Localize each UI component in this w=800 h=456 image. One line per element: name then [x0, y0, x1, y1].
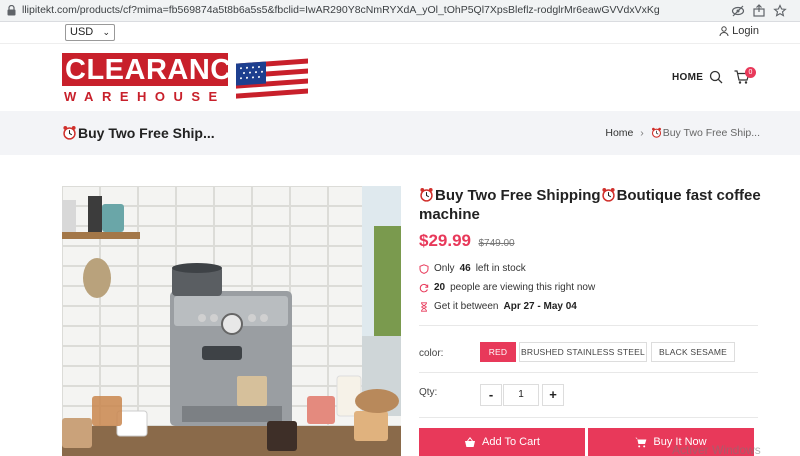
add-to-cart-label: Add To Cart — [482, 436, 540, 448]
search-icon[interactable] — [709, 70, 723, 84]
color-label: color: — [419, 348, 444, 359]
coffee-machine-photo — [62, 186, 401, 456]
nav-home-link[interactable]: HOME — [672, 72, 703, 83]
lock-icon — [7, 5, 16, 16]
product-info: Buy Two Free Shipping Boutique fast coff… — [419, 186, 764, 456]
color-option-black-sesame[interactable]: BLACK SESAME — [651, 342, 735, 362]
price-row: $29.99 $749.00 — [419, 231, 764, 253]
star-icon[interactable] — [773, 4, 787, 18]
alarm-clock-icon — [63, 125, 76, 140]
qty-minus-button[interactable]: - — [480, 384, 502, 406]
login-label: Login — [732, 25, 759, 37]
user-icon — [719, 26, 729, 36]
url-text[interactable]: llipitekt.com/products/cf?mima=fb569874a… — [22, 4, 722, 16]
logo-bottom-text: WAREHOUSE — [64, 89, 226, 104]
product-title-part1: Buy Two Free Shipping — [435, 187, 601, 204]
browser-url-bar: llipitekt.com/products/cf?mima=fb569874a… — [0, 0, 800, 22]
breadcrumb-band: Buy Two Free Ship... Home › Buy Two Free… — [0, 111, 800, 155]
top-bar: USD ⌄ Login — [0, 22, 800, 44]
cart-icon — [635, 437, 647, 447]
stock-count: 46 — [459, 263, 471, 274]
breadcrumb: Home › Buy Two Free Ship... — [605, 127, 760, 139]
qty-plus-button[interactable]: + — [542, 384, 564, 406]
site-header: CLEARANCE WAREHOUSE HOME 0 — [0, 45, 800, 111]
stock-status: Only 46 left in stock — [419, 263, 526, 274]
activation-watermark: Activer Windows — [672, 443, 761, 456]
alarm-clock-icon — [420, 187, 433, 202]
alarm-clock-icon — [651, 127, 661, 138]
delivery-prefix: Get it between — [434, 301, 499, 312]
divider — [419, 325, 758, 326]
breadcrumb-current: Buy Two Free Ship... — [662, 127, 760, 139]
share-icon[interactable] — [752, 4, 766, 18]
logo-top-text: CLEARANCE — [65, 54, 252, 86]
refresh-icon — [419, 283, 429, 292]
eye-off-icon[interactable] — [731, 4, 745, 18]
breadcrumb-home[interactable]: Home — [605, 127, 633, 139]
basket-icon — [465, 436, 476, 447]
color-option-red[interactable]: RED — [480, 342, 516, 362]
alarm-clock-icon — [601, 187, 615, 202]
chevron-down-icon: ⌄ — [102, 27, 110, 37]
sale-price: $29.99 — [419, 231, 471, 250]
currency-select[interactable]: USD ⌄ — [65, 24, 115, 41]
logo[interactable]: CLEARANCE WAREHOUSE — [62, 53, 312, 105]
delivery-status: Get it between Apr 27 - May 04 — [419, 301, 577, 312]
qty-label: Qty: — [419, 387, 438, 398]
chevron-right-icon: › — [640, 127, 644, 139]
divider — [419, 372, 758, 373]
viewers-suffix: people are viewing this right now — [450, 282, 596, 293]
viewers-count: 20 — [434, 282, 446, 293]
divider — [419, 417, 758, 418]
delivery-range: Apr 27 - May 04 — [503, 301, 577, 312]
us-flag-icon — [236, 58, 308, 104]
qty-input[interactable]: 1 — [503, 384, 539, 406]
original-price: $749.00 — [478, 238, 515, 249]
viewers-status: 20 people are viewing this right now — [419, 282, 595, 293]
add-to-cart-button[interactable]: Add To Cart — [419, 428, 585, 456]
shield-icon — [419, 263, 429, 274]
page-title-text: Buy Two Free Ship... — [78, 125, 215, 141]
product-image[interactable] — [62, 186, 401, 456]
stock-prefix: Only — [434, 263, 455, 274]
product-title: Buy Two Free Shipping Boutique fast coff… — [419, 186, 764, 224]
stock-suffix: left in stock — [475, 263, 526, 274]
hourglass-icon — [421, 301, 427, 312]
cart-count-badge: 0 — [745, 67, 756, 78]
page-title: Buy Two Free Ship... — [62, 125, 215, 141]
color-option-brushed-stainless-steel[interactable]: BRUSHED STAINLESS STEEL — [519, 342, 647, 362]
currency-value: USD — [70, 26, 94, 38]
login-link[interactable]: Login — [719, 25, 759, 37]
